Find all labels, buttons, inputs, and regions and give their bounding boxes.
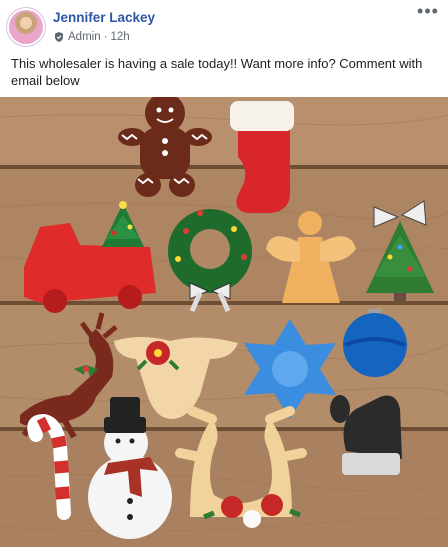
author-name[interactable]: Jennifer Lackey	[53, 10, 155, 25]
stocking-freshie	[230, 101, 294, 214]
avatar[interactable]	[9, 10, 43, 44]
post-meta: Admin · 12h	[53, 31, 130, 43]
post-time[interactable]: 12h	[110, 31, 129, 43]
admin-shield-icon	[53, 31, 65, 43]
meta-separator: ·	[103, 31, 108, 43]
post-photo[interactable]	[0, 97, 448, 547]
role-label: Admin	[68, 31, 101, 43]
more-options-icon[interactable]: •••	[416, 2, 440, 22]
post-header: Jennifer Lackey Admin · 12h •••	[0, 0, 448, 50]
post-text: This wholesaler is having a sale today!!…	[11, 56, 423, 88]
